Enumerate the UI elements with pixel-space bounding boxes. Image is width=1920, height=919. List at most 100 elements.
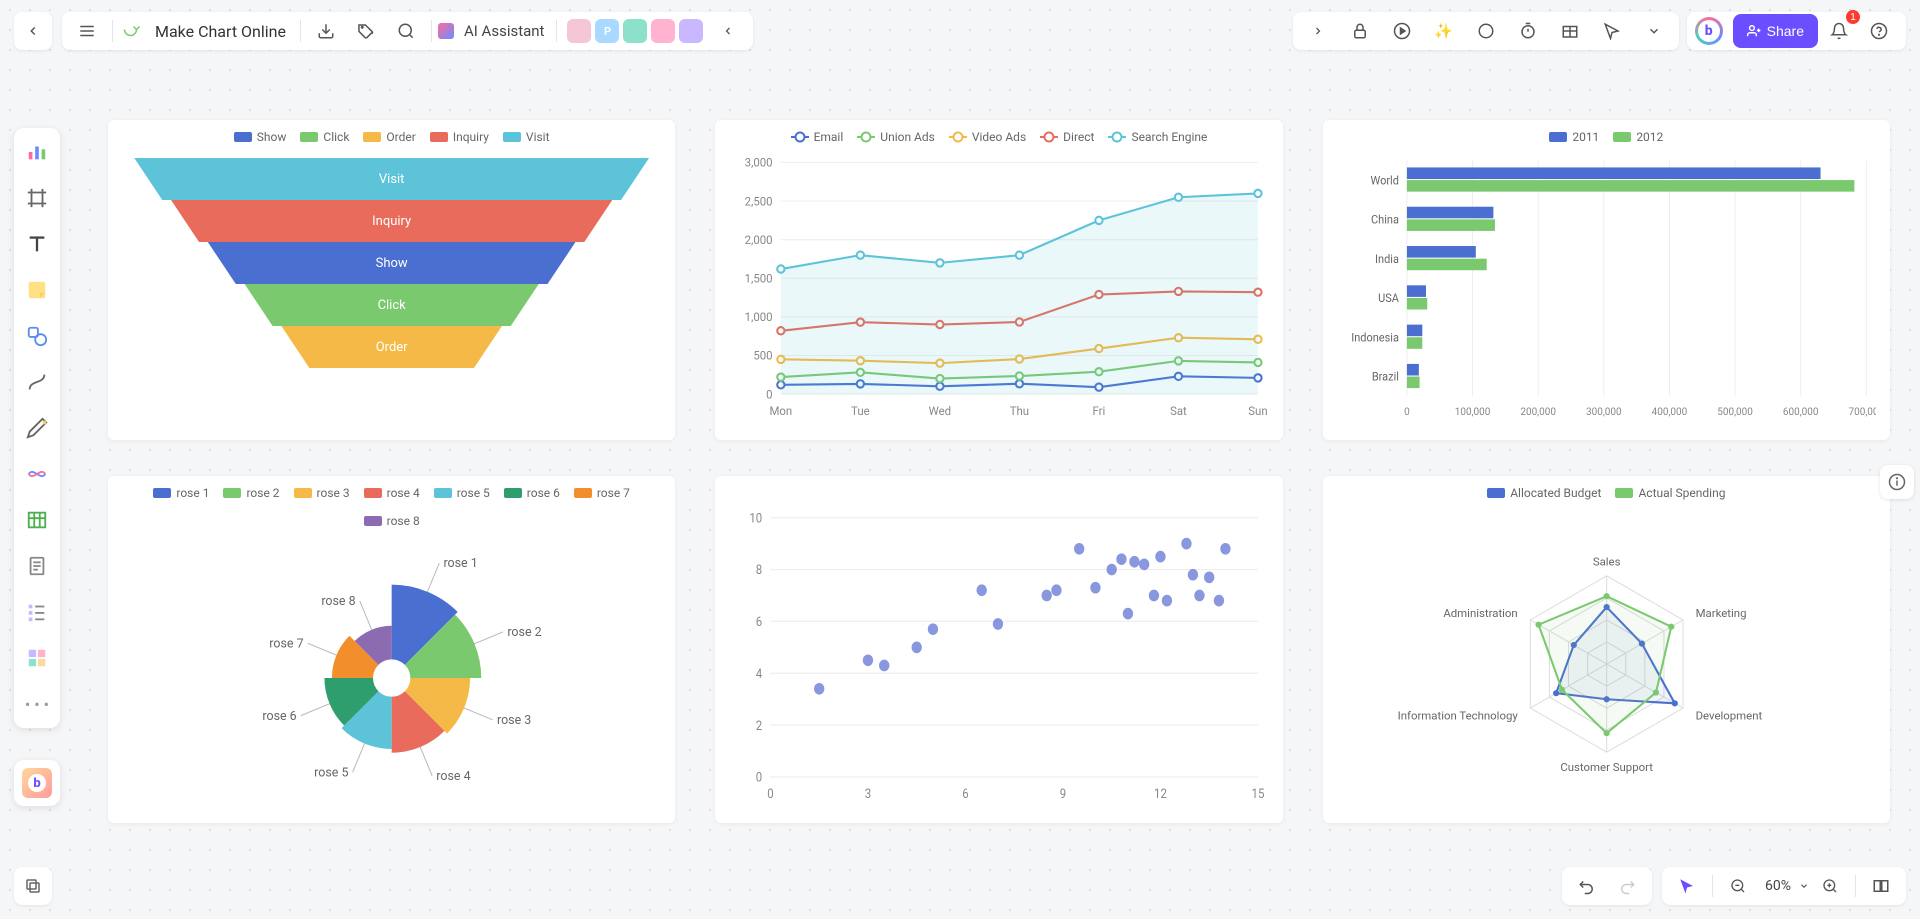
- svg-text:Information Technology: Information Technology: [1397, 708, 1518, 722]
- notification-badge: 1: [1846, 10, 1860, 24]
- svg-text:Wed: Wed: [929, 404, 951, 418]
- download-button[interactable]: [307, 12, 345, 50]
- timer-button[interactable]: [1509, 12, 1547, 50]
- search-button[interactable]: [387, 12, 425, 50]
- collapse-left-icon[interactable]: [709, 12, 747, 50]
- document-tool[interactable]: [21, 550, 53, 582]
- scatter-chart: 024681003691215: [729, 506, 1268, 810]
- user-avatars[interactable]: P: [563, 19, 707, 43]
- playback-tools: ✨: [1293, 12, 1679, 50]
- pen-tool[interactable]: [21, 412, 53, 444]
- flow-tool[interactable]: [21, 458, 53, 490]
- table-icon-button[interactable]: [1551, 12, 1589, 50]
- svg-text:Development: Development: [1695, 708, 1762, 722]
- cursor-icon-button[interactable]: [1593, 12, 1631, 50]
- svg-text:rose 3: rose 3: [497, 713, 531, 728]
- more-top-button[interactable]: [1635, 12, 1673, 50]
- svg-text:3,000: 3,000: [745, 156, 773, 170]
- connector-tool[interactable]: [21, 366, 53, 398]
- svg-text:rose 7: rose 7: [269, 636, 303, 651]
- svg-text:1,000: 1,000: [745, 310, 773, 324]
- title-bar-group: Make Chart Online AI Assistant P: [62, 12, 753, 50]
- svg-text:2,000: 2,000: [745, 233, 773, 247]
- svg-text:Mon: Mon: [770, 404, 793, 418]
- svg-text:Thu: Thu: [1010, 404, 1029, 418]
- canvas[interactable]: ShowClickOrderInquiryVisit VisitInquiryS…: [108, 120, 1890, 819]
- legend: EmailUnion AdsVideo AdsDirectSearch Engi…: [729, 130, 1268, 144]
- svg-text:rose 4: rose 4: [436, 769, 470, 784]
- help-button[interactable]: [1860, 12, 1898, 50]
- svg-text:3: 3: [865, 786, 872, 801]
- brand-square-button[interactable]: [14, 760, 60, 806]
- menu-button[interactable]: [68, 12, 106, 50]
- rose-chart-card[interactable]: rose 1rose 2rose 3rose 4rose 5rose 6rose…: [108, 476, 675, 824]
- effects-button[interactable]: ✨: [1425, 12, 1463, 50]
- expand-right-icon[interactable]: [1299, 12, 1337, 50]
- svg-text:India: India: [1375, 253, 1399, 266]
- svg-text:rose 6: rose 6: [262, 708, 296, 723]
- svg-text:9: 9: [1060, 786, 1067, 801]
- ai-icon: [438, 23, 454, 39]
- radar-chart-card[interactable]: Allocated BudgetActual Spending SalesMar…: [1323, 476, 1890, 824]
- svg-text:200,000: 200,000: [1520, 405, 1556, 418]
- line-chart: 05001,0001,5002,0002,5003,000MonTueWedTh…: [729, 152, 1268, 426]
- legend: Allocated BudgetActual Spending: [1337, 486, 1876, 500]
- legend: rose 1rose 2rose 3rose 4rose 5rose 6rose…: [122, 486, 661, 528]
- svg-text:1,500: 1,500: [745, 271, 773, 285]
- table-tool[interactable]: [21, 504, 53, 536]
- undo-button[interactable]: [1568, 867, 1606, 905]
- zoom-out-button[interactable]: [1719, 867, 1757, 905]
- svg-text:300,000: 300,000: [1586, 405, 1622, 418]
- info-button[interactable]: [1880, 465, 1914, 499]
- legend: 20112012: [1337, 130, 1876, 144]
- tag-button[interactable]: [347, 12, 385, 50]
- circle-icon-button[interactable]: [1467, 12, 1505, 50]
- text-tool[interactable]: [21, 228, 53, 260]
- frame-tool[interactable]: [21, 182, 53, 214]
- svg-text:China: China: [1371, 213, 1399, 226]
- radar-chart: SalesMarketingDevelopmentCustomer Suppor…: [1337, 508, 1876, 810]
- notifications-button[interactable]: 1: [1820, 12, 1858, 50]
- funnel-chart-card[interactable]: ShowClickOrderInquiryVisit VisitInquiryS…: [108, 120, 675, 440]
- svg-text:6: 6: [756, 614, 763, 629]
- svg-text:600,000: 600,000: [1783, 405, 1819, 418]
- svg-text:Customer Support: Customer Support: [1560, 759, 1653, 773]
- chart-tool[interactable]: [21, 136, 53, 168]
- top-right-toolbar: ✨ Share 1: [1293, 12, 1906, 50]
- brand-logo-icon[interactable]: [1695, 17, 1723, 45]
- svg-text:500,000: 500,000: [1717, 405, 1753, 418]
- share-button[interactable]: Share: [1733, 14, 1818, 48]
- template-tool[interactable]: [21, 642, 53, 674]
- svg-text:Administration: Administration: [1443, 605, 1517, 619]
- sticky-note-tool[interactable]: [21, 274, 53, 306]
- svg-text:USA: USA: [1378, 292, 1399, 305]
- svg-text:Sun: Sun: [1249, 404, 1268, 418]
- svg-text:0: 0: [766, 387, 772, 401]
- back-button[interactable]: [14, 12, 52, 50]
- top-toolbar: Make Chart Online AI Assistant P: [14, 12, 753, 50]
- fit-view-button[interactable]: [1862, 867, 1900, 905]
- svg-text:Sales: Sales: [1592, 554, 1620, 568]
- svg-text:rose 1: rose 1: [443, 556, 477, 571]
- zoom-in-button[interactable]: [1811, 867, 1849, 905]
- line-chart-card[interactable]: EmailUnion AdsVideo AdsDirectSearch Engi…: [715, 120, 1282, 440]
- document-title[interactable]: Make Chart Online: [147, 22, 294, 41]
- pointer-tool[interactable]: [1668, 867, 1706, 905]
- redo-button[interactable]: [1608, 867, 1646, 905]
- more-tools[interactable]: • • •: [21, 688, 53, 720]
- scatter-chart-card[interactable]: 024681003691215: [715, 476, 1282, 824]
- svg-text:rose 8: rose 8: [321, 594, 355, 609]
- list-tool[interactable]: [21, 596, 53, 628]
- svg-text:0: 0: [768, 786, 775, 801]
- layers-button[interactable]: [14, 867, 52, 905]
- lock-icon-button[interactable]: [1341, 12, 1379, 50]
- bar-chart-card[interactable]: 20112012 0100,000200,000300,000400,00050…: [1323, 120, 1890, 440]
- svg-text:2,500: 2,500: [745, 194, 773, 208]
- shapes-tool[interactable]: [21, 320, 53, 352]
- svg-text:12: 12: [1154, 786, 1167, 801]
- svg-text:6: 6: [963, 786, 970, 801]
- ai-assistant-button[interactable]: AI Assistant: [458, 22, 551, 40]
- svg-text:0: 0: [756, 770, 763, 785]
- play-button[interactable]: [1383, 12, 1421, 50]
- zoom-level[interactable]: 60%: [1759, 878, 1797, 894]
